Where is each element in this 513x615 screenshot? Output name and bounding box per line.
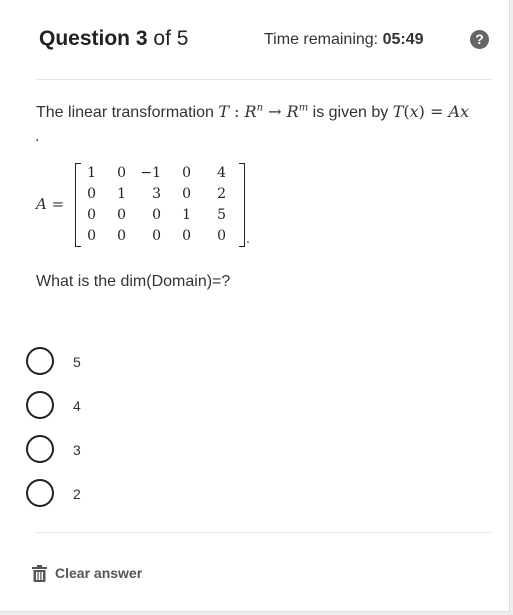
transformation-math: T : Rn → Rm bbox=[218, 102, 309, 121]
matrix-row: 0 0 0 1 5 bbox=[76, 205, 244, 226]
matrix-name: A bbox=[36, 195, 47, 213]
prompt-lead: The linear transformation bbox=[36, 104, 214, 121]
option-1[interactable]: 5 bbox=[26, 347, 226, 379]
transformation-definition: T(x) = Ax bbox=[392, 102, 470, 121]
matrix-cell: 0 bbox=[117, 165, 126, 181]
matrix-cell: 1 bbox=[117, 186, 126, 202]
problem-statement: The linear transformation T : Rn → Rm is… bbox=[36, 102, 469, 122]
radio-button[interactable] bbox=[26, 435, 54, 463]
matrix-row: 0 1 3 0 2 bbox=[76, 184, 244, 205]
clear-answer-label: Clear answer bbox=[55, 565, 143, 581]
help-icon[interactable]: ? bbox=[470, 30, 489, 49]
prompt-trailing-dot: . bbox=[35, 128, 40, 145]
question-number: 3 bbox=[135, 27, 148, 50]
matrix-cell: 0 bbox=[117, 207, 126, 223]
matrix-cell: 0 bbox=[87, 207, 96, 223]
matrix-cell: 0 bbox=[87, 228, 96, 244]
header-divider bbox=[36, 79, 491, 80]
matrix-period: . bbox=[246, 230, 250, 246]
option-3[interactable]: 3 bbox=[26, 435, 226, 467]
matrix-cell: 3 bbox=[152, 186, 161, 202]
option-2[interactable]: 4 bbox=[26, 391, 226, 423]
matrix-cell: 0 bbox=[217, 228, 226, 244]
radio-button[interactable] bbox=[26, 479, 54, 507]
radio-button[interactable] bbox=[26, 391, 54, 419]
matrix-cell: 5 bbox=[217, 207, 226, 223]
question-card: Question 3 of 5 Time remaining: 05:49 ? … bbox=[0, 0, 510, 612]
question-text: What is the dim(Domain)=? bbox=[36, 273, 231, 290]
option-label: 4 bbox=[73, 398, 81, 414]
clear-answer-button[interactable]: Clear answer bbox=[32, 563, 142, 583]
question-total: of 5 bbox=[153, 27, 189, 50]
matrix-cell: 0 bbox=[182, 186, 191, 202]
footer-divider bbox=[36, 532, 491, 533]
matrix-cell: 0 bbox=[152, 207, 161, 223]
question-header: Question 3 of 5 Time remaining: 05:49 ? bbox=[0, 0, 509, 80]
matrix-cell: 0 bbox=[152, 228, 161, 244]
timer-value: 05:49 bbox=[382, 31, 424, 48]
option-label: 3 bbox=[73, 442, 81, 458]
question-word: Question bbox=[39, 27, 131, 50]
matrix-cell: 0 bbox=[87, 186, 96, 202]
matrix-cell: 2 bbox=[217, 186, 226, 202]
question-title: Question 3 of 5 bbox=[39, 27, 188, 51]
time-remaining: Time remaining: 05:49 bbox=[264, 31, 423, 49]
matrix-cell: −1 bbox=[140, 165, 161, 181]
option-label: 5 bbox=[73, 354, 81, 370]
matrix-cell: 0 bbox=[117, 228, 126, 244]
matrix-row: 0 0 0 0 0 bbox=[76, 226, 244, 247]
matrix-cell: 1 bbox=[182, 207, 191, 223]
matrix-cell: 0 bbox=[182, 165, 191, 181]
trash-icon bbox=[32, 564, 47, 582]
matrix-lhs: A = bbox=[36, 195, 65, 213]
matrix-cell: 4 bbox=[217, 165, 226, 181]
timer-label: Time remaining: bbox=[264, 31, 379, 48]
matrix: 1 0 −1 0 4 0 1 3 0 2 0 0 0 1 5 0 0 0 0 0 bbox=[75, 163, 245, 247]
option-4[interactable]: 2 bbox=[26, 479, 226, 511]
matrix-cell: 0 bbox=[182, 228, 191, 244]
prompt-given-by: is given by bbox=[312, 104, 389, 121]
matrix-cell: 1 bbox=[87, 165, 96, 181]
option-label: 2 bbox=[73, 486, 81, 502]
matrix-row: 1 0 −1 0 4 bbox=[76, 163, 244, 184]
radio-button[interactable] bbox=[26, 347, 54, 375]
